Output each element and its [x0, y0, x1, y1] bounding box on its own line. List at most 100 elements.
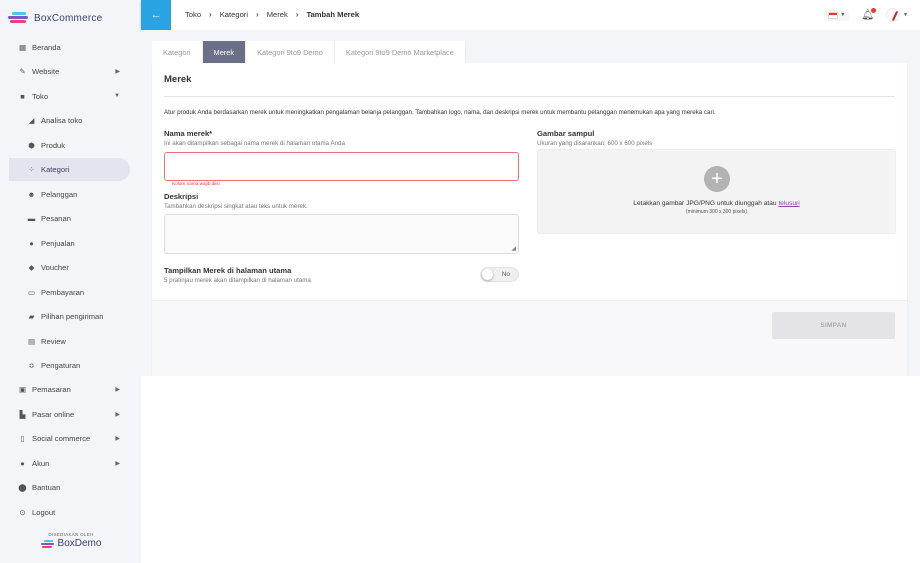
breadcrumb-item[interactable]: Merek [267, 10, 288, 19]
sidebar-item-kategori[interactable]: ⁘ Kategori [9, 158, 130, 181]
breadcrumb-item[interactable]: Kategori [220, 10, 248, 19]
show-on-home-hint: 5 pratinjau merek akan ditampilkan di ha… [164, 277, 311, 284]
back-button[interactable]: ← [141, 0, 171, 30]
sidebar-item-review[interactable]: ▤ Review [9, 330, 130, 352]
avatar [886, 8, 901, 22]
sidebar-nav: ▦ Beranda ✎ Website ▶ ■ Toko ▼ ◢ Analisa… [9, 36, 130, 526]
topbar-actions: ▼ 🔔︎ ▼ [824, 7, 908, 22]
topbar: ← Toko › Kategori › Merek › Tambah Merek… [141, 0, 920, 30]
name-hint: Ini akan ditampilkan sebagai nama merek … [164, 140, 345, 147]
sidebar-item-voucher[interactable]: ◆ Voucher [9, 256, 130, 278]
sidebar-item-label: Toko [32, 91, 49, 101]
page-title: Merek [164, 74, 192, 85]
sidebar-item-label: Pembayaran [41, 287, 85, 297]
brand-name-input[interactable] [164, 152, 519, 181]
bag-icon: ■ [20, 91, 25, 101]
sidebar-item-label: Website [32, 67, 60, 77]
sidebar-item-pengaturan[interactable]: ≎ Pengaturan [9, 354, 130, 376]
toggle-state: No [501, 271, 510, 278]
sidebar-item-label: Pilihan pengiriman [41, 312, 104, 322]
logo-mark-icon [8, 10, 30, 26]
language-selector[interactable]: ▼ [824, 9, 850, 21]
powered-by-brand-text: BoxDemo [57, 538, 102, 549]
chevron-right-icon: ▶ [115, 69, 120, 76]
card-icon: ▭ [27, 287, 36, 297]
powered-by-brand: BoxDemo [36, 538, 106, 549]
chevron-right-icon: ▶ [115, 411, 120, 418]
sidebar-item-label: Penjualan [41, 238, 75, 248]
indonesia-flag-icon [828, 11, 839, 19]
help-icon: ⬤ [18, 483, 27, 493]
user-menu[interactable]: ▼ [886, 8, 908, 22]
sidebar-item-social-commerce[interactable]: ▯ Social commerce ▶ [9, 428, 130, 450]
tab-kategori-9to9-demo-marketplace[interactable]: Kategori 9to9 Demo Marketplace [334, 41, 466, 63]
notification-button[interactable]: 🔔︎ [861, 7, 877, 21]
brush-icon: ✎ [19, 67, 26, 77]
sidebar-item-label: Pasar online [32, 409, 75, 419]
description-textarea[interactable]: ◢ [164, 214, 519, 254]
name-error: Kolom nama wajib diisi [172, 181, 220, 186]
sidebar-item-analisa-toko[interactable]: ◢ Analisa toko [9, 109, 130, 131]
category-tabs: Kategori Merek Kategori 9to9 Demo Katego… [152, 41, 466, 63]
tag-icon: ◆ [28, 263, 35, 273]
sidebar-item-label: Social commerce [32, 434, 91, 444]
sidebar-item-pilihan-pengiriman[interactable]: ▰ Pilihan pengiriman [9, 305, 130, 327]
breadcrumb-item[interactable]: Toko [185, 10, 201, 19]
sidebar-item-akun[interactable]: ● Akun ▶ [9, 452, 130, 474]
dropzone-instruction: Letakkan gambar JPG/PNG untuk diunggah a… [633, 200, 777, 207]
sidebar-item-pasar-online[interactable]: ▙ Pasar online ▶ [9, 403, 130, 425]
dropzone-text: Letakkan gambar JPG/PNG untuk diunggah a… [538, 200, 895, 207]
sidebar-item-label: Produk [41, 140, 66, 150]
powered-by-caption: DISEDIAKAN OLEH [48, 532, 94, 537]
logo[interactable]: BoxCommerce [8, 10, 102, 26]
sidebar-item-label: Bantuan [32, 483, 61, 493]
chevron-down-icon: ▼ [840, 12, 846, 18]
content-blank-area [141, 376, 920, 516]
sidebar-item-website[interactable]: ✎ Website ▶ [9, 60, 130, 82]
box-icon: ⬢ [28, 140, 35, 150]
sidebar-item-produk[interactable]: ⬢ Produk [9, 134, 130, 156]
cover-image-dropzone[interactable]: + Letakkan gambar JPG/PNG untuk diunggah… [537, 149, 896, 234]
sidebar-item-label: Pesanan [41, 214, 71, 224]
sidebar-item-pembayaran[interactable]: ▭ Pembayaran [9, 281, 130, 303]
sidebar-item-bantuan[interactable]: ⬤ Bantuan [9, 477, 130, 499]
show-on-home-toggle[interactable]: No [480, 267, 519, 282]
cover-label: Gambar sampul [537, 129, 595, 138]
name-label: Nama merek* [164, 129, 213, 138]
sidebar-item-beranda[interactable]: ▦ Beranda [9, 36, 130, 58]
chevron-right-icon: › [209, 10, 212, 19]
tab-merek[interactable]: Merek [202, 41, 247, 63]
description-hint: Tambahkan deskripsi singkat atau teks un… [164, 203, 308, 210]
powered-by: DISEDIAKAN OLEH BoxDemo [36, 532, 106, 549]
sidebar-item-label: Kategori [41, 165, 70, 175]
chevron-down-icon: ▼ [903, 12, 908, 18]
browse-link[interactable]: telusuri [778, 200, 799, 207]
notification-dot [871, 7, 877, 13]
sidebar-item-penjualan[interactable]: ● Penjualan [9, 232, 130, 254]
chart-icon: ◢ [28, 116, 35, 126]
sidebar-item-label: Pemasaran [32, 385, 71, 395]
description-label: Deskripsi [164, 192, 199, 201]
arrow-left-icon: ← [150, 9, 162, 21]
sidebar-item-toko[interactable]: ■ Toko ▼ [9, 85, 130, 107]
dropzone-min-size: (minimum 300 x 300 pixels) [685, 209, 748, 215]
sidebar-item-logout[interactable]: ⊙ Logout [9, 501, 130, 523]
store-icon: ▙ [19, 409, 26, 419]
sidebar-item-pemasaran[interactable]: ▣ Pemasaran ▶ [9, 379, 130, 401]
category-icon: ⁘ [28, 165, 35, 175]
tab-kategori[interactable]: Kategori [152, 41, 203, 63]
logout-icon: ⊙ [19, 507, 26, 517]
brand-mark-icon [40, 539, 55, 549]
chevron-right-icon: › [256, 10, 259, 19]
chevron-down-icon: ▼ [114, 93, 120, 100]
sidebar-item-pelanggan[interactable]: ☻ Pelanggan [9, 183, 130, 205]
divider [164, 96, 895, 97]
save-button[interactable]: SIMPAN [772, 312, 895, 339]
plus-icon[interactable]: + [704, 166, 730, 192]
sidebar-item-label: Analisa toko [41, 116, 83, 126]
breadcrumb: Toko › Kategori › Merek › Tambah Merek [185, 10, 359, 19]
sidebar-item-pesanan[interactable]: ▬ Pesanan [9, 207, 130, 229]
tab-kategori-9to9-demo[interactable]: Kategori 9to9 Demo [246, 41, 335, 63]
resize-handle-icon[interactable]: ◢ [511, 245, 516, 252]
user-icon: ● [20, 458, 25, 468]
